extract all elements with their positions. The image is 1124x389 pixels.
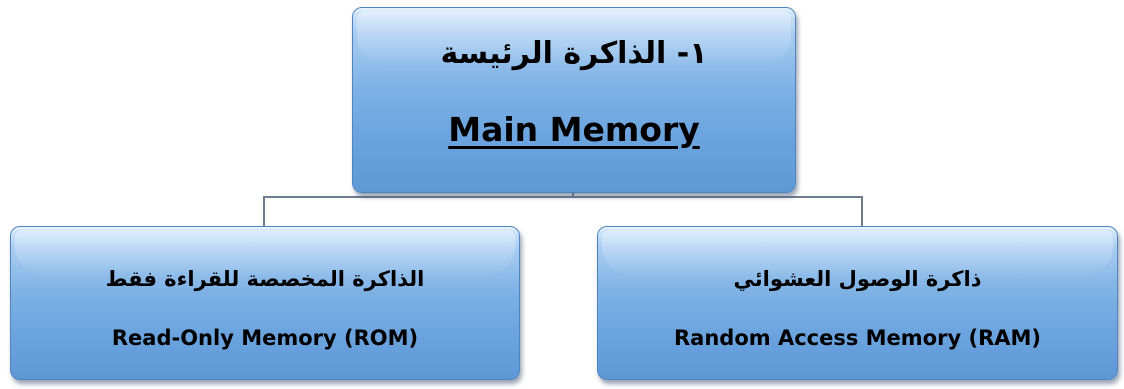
ram-label-en: Random Access Memory (RAM) [674,326,1041,350]
rom-label-ar: الذاكرة المخصصة للقراءة فقط [105,267,425,291]
main-memory-node: ١- الذاكرة الرئيسة Main Memory [352,7,796,193]
connector-rom-drop [263,196,265,230]
main-memory-label-ar: ١- الذاكرة الرئيسة [440,36,708,71]
rom-node: الذاكرة المخصصة للقراءة فقط Read-Only Me… [10,226,520,380]
ram-node: ذاكرة الوصول العشوائي Random Access Memo… [597,226,1118,380]
connector-ram-drop [861,196,863,230]
main-memory-label-en: Main Memory [448,110,700,149]
connector-horizontal [263,196,863,198]
rom-label-en: Read-Only Memory (ROM) [111,326,419,350]
ram-label-ar: ذاكرة الوصول العشوائي [733,267,982,291]
